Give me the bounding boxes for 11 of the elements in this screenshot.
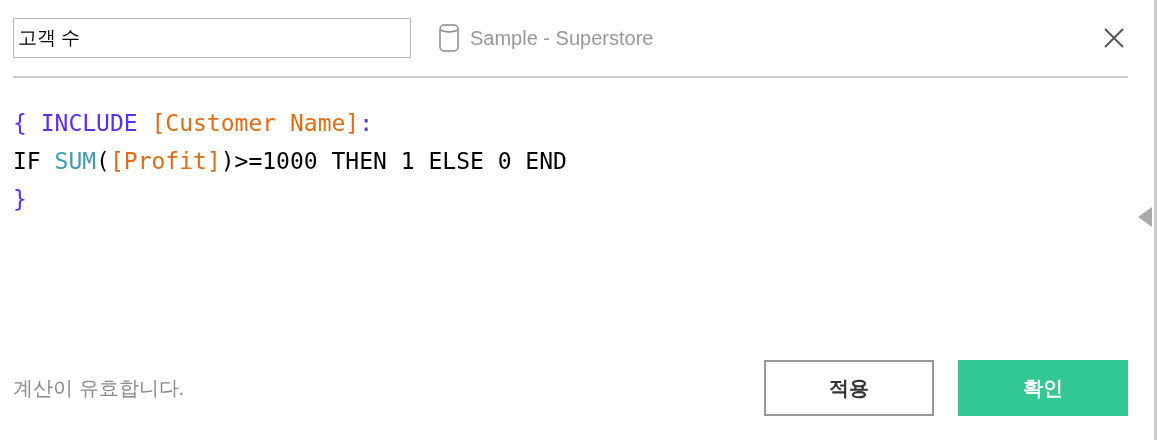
data-source-label: Sample - Superstore [470, 26, 654, 51]
close-icon [1103, 27, 1125, 49]
apply-button[interactable]: 적용 [764, 360, 934, 416]
code-line: IF SUM([Profit])>=1000 THEN 1 ELSE 0 END [13, 147, 567, 176]
status-message: 계산이 유효합니다. [13, 376, 185, 401]
name-field[interactable]: 고객 수 [13, 18, 411, 58]
collapse-arrow-icon [1138, 207, 1152, 227]
database-icon [439, 24, 459, 52]
code-line: { INCLUDE [Customer Name]: [13, 109, 374, 138]
close-button[interactable] [1102, 26, 1126, 50]
code-line: } [13, 185, 27, 214]
